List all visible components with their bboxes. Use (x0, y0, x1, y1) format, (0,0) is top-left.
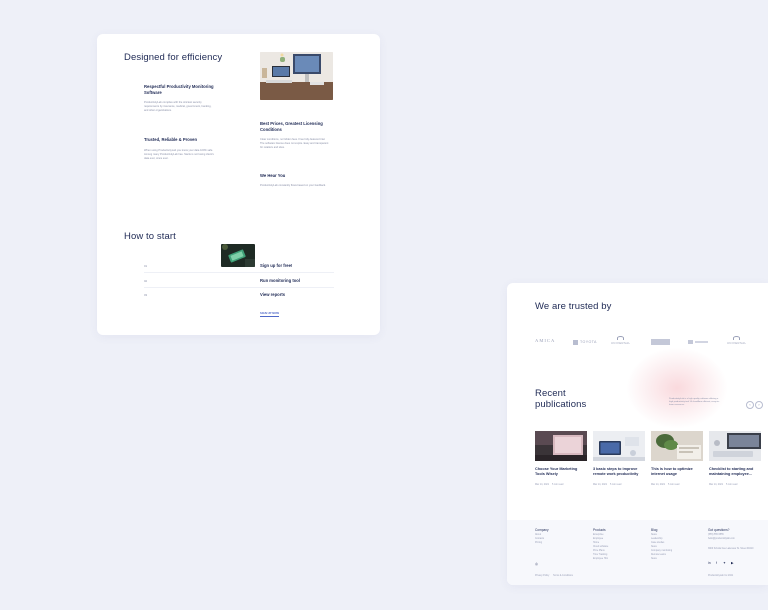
brand-logo-wordmark (695, 341, 708, 343)
feature-title: Trusted, Reliable & Proven (144, 137, 198, 142)
logo-universal: UNIVERSAL (611, 341, 631, 345)
publications-title: Recent publications (535, 388, 586, 410)
privacy-policy-link[interactable]: Privacy Policy (535, 575, 549, 577)
publications-title-line: Recent (535, 388, 566, 399)
footer-link[interactable]: Case studies (651, 542, 664, 544)
footer-link[interactable]: Contacts (535, 538, 544, 540)
publication-title[interactable]: This is how to optimize internet usage (651, 467, 703, 477)
efficiency-card: Designed for efficiency Respectful Produ… (97, 34, 380, 335)
footer-link[interactable]: Home (593, 542, 599, 544)
phone-on-desk-image (221, 244, 255, 267)
step-label: Run monitoring tool (260, 278, 301, 283)
feature-title: Respectful Productivity Monitoring Softw… (144, 84, 214, 95)
publication-title[interactable]: Checklist to starting and maintaining em… (709, 467, 761, 477)
publication-image[interactable] (651, 431, 703, 461)
footer-link[interactable]: Remote teams (651, 554, 666, 556)
footer-link[interactable]: Employee Hint (593, 558, 608, 560)
trusted-publications-card: We are trusted by AMICA TOYOTA UNIVERSAL… (507, 283, 768, 585)
feature-description: Clear conditions, no hidden fees. Free f… (260, 138, 329, 149)
publication-image[interactable] (709, 431, 761, 461)
footer-link[interactable]: Cloud software (593, 546, 608, 548)
twitter-icon[interactable]: ✦ (723, 561, 726, 565)
youtube-icon[interactable]: ▶ (731, 561, 734, 565)
publication-date: Mar 14, 2021 (709, 483, 724, 486)
desk-workspace-image (260, 52, 333, 100)
publication-read-time: 5 min read (668, 483, 680, 486)
publication-date: Mar 14, 2021 (651, 483, 666, 486)
footer-column-heading: Company (535, 528, 549, 532)
footer-column-heading: Products (593, 528, 606, 532)
footer-column-heading: Got questions? (708, 528, 730, 532)
publication-read-time: 5 min read (552, 483, 564, 486)
publication-image[interactable] (593, 431, 645, 461)
footer-link[interactable]: Company monitoring (651, 550, 672, 552)
footer-link[interactable]: Time Tracking (593, 554, 607, 556)
step-label: Sign up for free! (260, 263, 293, 268)
publication-read-time: 5 min read (610, 483, 622, 486)
footer-link[interactable]: News (651, 558, 657, 560)
decorative-glow (627, 348, 727, 428)
prev-arrow-button[interactable]: ‹ (746, 401, 754, 409)
terms-link[interactable]: Terms & Conditions (553, 575, 573, 577)
footer-email[interactable]: hello@productivitylab.com (708, 538, 735, 540)
publication-title[interactable]: 3 basic steps to improve remote work pro… (593, 467, 645, 477)
globe-icon (733, 336, 740, 340)
toyota-logo-icon (573, 340, 578, 345)
feature-title: We Hear You (260, 173, 286, 178)
logo-toyota: TOYOTA (580, 340, 597, 344)
publication-title[interactable]: Choose Your Marketing Tools Wisely (535, 467, 587, 477)
footer-link[interactable]: Enterprise (593, 534, 603, 536)
footer-link[interactable]: Price Plans (593, 550, 605, 552)
trusted-title: We are trusted by (535, 301, 612, 312)
next-arrow-button[interactable]: › (755, 401, 763, 409)
footer-column-heading: Blog (651, 528, 658, 532)
divider (144, 272, 334, 273)
globe-icon (617, 336, 624, 340)
copyright: ProductivityLab Inc 2021 (708, 575, 734, 577)
footer-phone[interactable]: (555) 555-5555 (708, 534, 724, 536)
feature-description: When using ProductivityLab you know your… (144, 149, 214, 160)
publication-image[interactable] (535, 431, 587, 461)
how-to-start-title: How to start (124, 231, 176, 242)
footer-link[interactable]: News (651, 534, 657, 536)
footer-link[interactable]: Leadership (651, 538, 662, 540)
brand-logo-icon (688, 340, 693, 344)
sign-up-now-link[interactable]: SIGN UP NOW (260, 311, 280, 317)
footer-link[interactable]: About (535, 534, 541, 536)
footer-address: 3900 Scholar Ave Lakeview St. Street 902… (708, 548, 754, 550)
efficiency-title: Designed for efficiency (124, 52, 223, 63)
instagram-icon[interactable]: ◎ (535, 562, 538, 566)
feature-description: ProductivityLab constantly flows based o… (260, 184, 326, 187)
publications-title-line: publications (535, 399, 587, 410)
publication-read-time: 5 min read (726, 483, 738, 486)
linkedin-icon[interactable]: in (708, 561, 711, 565)
feature-title: Best Prices, Greatest Licensing Conditio… (260, 121, 323, 132)
footer: Company About Contacts Pricing Products … (507, 520, 768, 585)
publication-date: Mar 14, 2021 (593, 483, 608, 486)
publications-blurb: ProductivityLab is a high quality softwa… (669, 398, 720, 407)
logo-universal: UNIVERSAL (727, 341, 747, 345)
step-label: View reports (260, 292, 286, 297)
step-number: 02 (144, 279, 148, 283)
step-number: 01 (144, 264, 148, 268)
facebook-icon[interactable]: f (716, 561, 717, 565)
logo-amica: AMICA (535, 338, 556, 343)
divider (144, 287, 334, 288)
publication-date: Mar 14, 2021 (535, 483, 550, 486)
footer-link[interactable]: Employee (593, 538, 603, 540)
feature-description: ProductivityLab complies with the strict… (144, 101, 212, 112)
brand-logo-icon (651, 339, 670, 345)
footer-link[interactable]: News (651, 546, 657, 548)
step-number: 03 (144, 293, 148, 297)
footer-link[interactable]: Pricing (535, 542, 542, 544)
